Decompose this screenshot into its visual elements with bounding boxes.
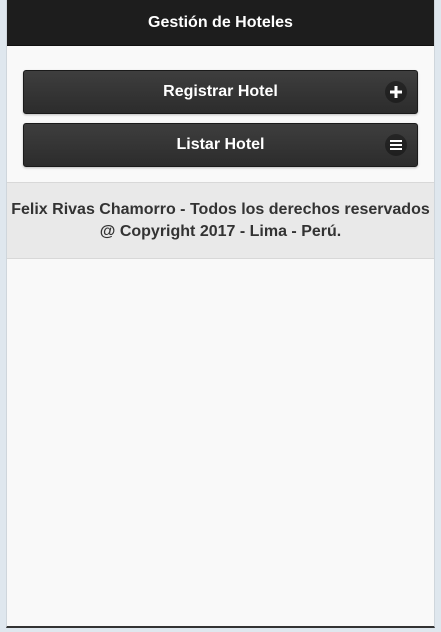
list-hotel-label: Listar Hotel bbox=[176, 136, 265, 153]
page-footer: Felix Rivas Chamorro - Todos los derecho… bbox=[7, 182, 434, 259]
page-title: Gestión de Hoteles bbox=[148, 13, 293, 31]
bars-icon bbox=[385, 134, 407, 156]
footer-copyright-line2: @ Copyright 2017 - Lima - Perú. bbox=[99, 222, 342, 240]
page-header: Gestión de Hoteles bbox=[7, 0, 434, 46]
app-frame: Gestión de Hoteles Registrar Hotel Lista… bbox=[6, 0, 435, 628]
footer-copyright-line1: Felix Rivas Chamorro - Todos los derecho… bbox=[11, 200, 430, 218]
main-content: Registrar Hotel Listar Hotel bbox=[7, 46, 434, 167]
register-hotel-label: Registrar Hotel bbox=[163, 83, 278, 100]
plus-icon bbox=[385, 81, 407, 103]
register-hotel-button[interactable]: Registrar Hotel bbox=[23, 70, 418, 114]
list-hotel-button[interactable]: Listar Hotel bbox=[23, 123, 418, 167]
